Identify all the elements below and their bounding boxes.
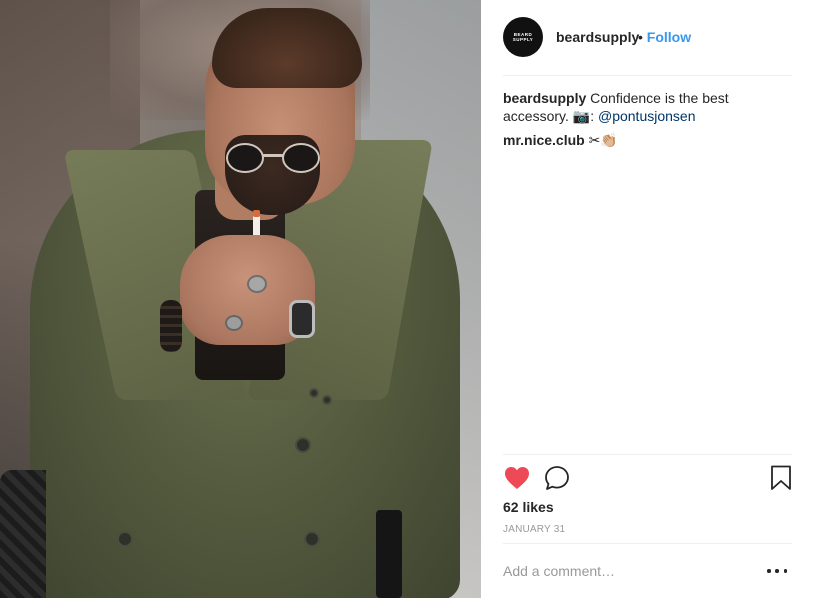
quilted-bag: [0, 470, 46, 598]
dot: [775, 569, 779, 573]
coat-button: [304, 531, 320, 547]
caption-colon: :: [590, 108, 598, 124]
comment-bubble-icon[interactable]: [543, 464, 571, 492]
post-photo[interactable]: [0, 0, 481, 598]
sunglasses-bridge: [262, 154, 284, 157]
comment-input[interactable]: [503, 560, 753, 582]
action-bar: [503, 464, 793, 494]
dot: [783, 569, 787, 573]
author-username[interactable]: beardsupply: [556, 29, 639, 45]
caption: beardsupply Confidence is the best acces…: [503, 89, 793, 125]
ring: [225, 315, 243, 331]
divider: [503, 543, 792, 544]
caption-mention-link[interactable]: @pontusjonsen: [598, 108, 696, 124]
beaded-bracelet: [160, 300, 182, 352]
comment-username[interactable]: mr.nice.club: [503, 132, 585, 148]
divider: [503, 454, 792, 455]
separator-dot: •: [638, 29, 643, 45]
post-date[interactable]: JANUARY 31: [503, 524, 565, 535]
scissors-clap-icon: ✂👏🏼: [584, 132, 618, 148]
post-header: BEARD SUPPLY beardsupply • Follow: [481, 0, 814, 76]
avatar[interactable]: BEARD SUPPLY: [503, 17, 543, 57]
follow-label: Follow: [646, 29, 692, 45]
dot: [767, 569, 771, 573]
wristwatch: [289, 300, 315, 338]
sunglasses-lens-right: [282, 143, 320, 173]
camera-icon: 📷: [572, 108, 591, 124]
avatar-text: SUPPLY: [512, 37, 534, 42]
caption-username[interactable]: beardsupply: [503, 90, 586, 106]
more-options-icon[interactable]: [767, 562, 787, 580]
ring: [247, 275, 267, 293]
likes-count[interactable]: 62 likes: [503, 499, 554, 515]
hair: [212, 8, 362, 88]
comment: mr.nice.club ✂👏🏼: [503, 131, 618, 149]
cigarette-tip: [253, 210, 260, 217]
divider: [503, 75, 792, 76]
black-strap: [376, 510, 402, 598]
post-details-panel: BEARD SUPPLY beardsupply • Follow beards…: [481, 0, 814, 598]
heart-filled-icon[interactable]: [503, 464, 531, 492]
coat-button: [295, 437, 311, 453]
follow-button[interactable]: • Follow: [638, 29, 691, 45]
sleeve-button: [322, 395, 332, 405]
coat-button: [117, 531, 133, 547]
sleeve-button: [309, 388, 319, 398]
bookmark-icon[interactable]: [767, 464, 795, 492]
sunglasses-lens-left: [226, 143, 264, 173]
